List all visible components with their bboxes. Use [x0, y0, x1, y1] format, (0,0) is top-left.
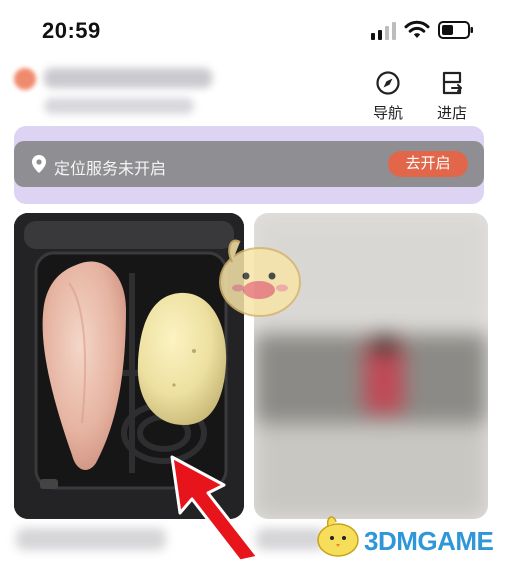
status-bar: 20:59: [0, 0, 506, 56]
navigate-label: 导航: [372, 105, 403, 122]
compass-icon: [376, 71, 400, 95]
site-watermark: 3DMGAME: [310, 510, 506, 560]
status-time: 20:59: [42, 18, 101, 43]
watermark-text: 3DMGAME: [364, 526, 494, 556]
cellular-signal-icon: [371, 22, 396, 40]
card-title-redacted-left: [16, 528, 166, 550]
enable-location-button[interactable]: 去开启: [388, 151, 468, 177]
watermark-chick-icon: [317, 516, 359, 557]
location-service-banner: 定位服务未开启 去开启: [14, 141, 484, 187]
red-pointer-arrow-icon: [170, 455, 260, 561]
navigate-button[interactable]: 导航: [364, 70, 412, 126]
location-pin-icon: [32, 155, 46, 173]
enter-store-label: 进店: [436, 105, 467, 122]
storefront-icon: [442, 71, 462, 95]
wifi-icon: [404, 20, 430, 38]
store-header: 导航 进店: [0, 56, 506, 132]
location-disabled-text: 定位服务未开启: [54, 161, 167, 178]
mascot-watermark: [219, 239, 301, 317]
store-name-redacted: [44, 68, 212, 88]
battery-icon: [438, 21, 473, 39]
store-avatar[interactable]: [14, 68, 36, 90]
enter-store-button[interactable]: 进店: [428, 70, 476, 126]
store-subtitle-redacted: [44, 98, 194, 114]
